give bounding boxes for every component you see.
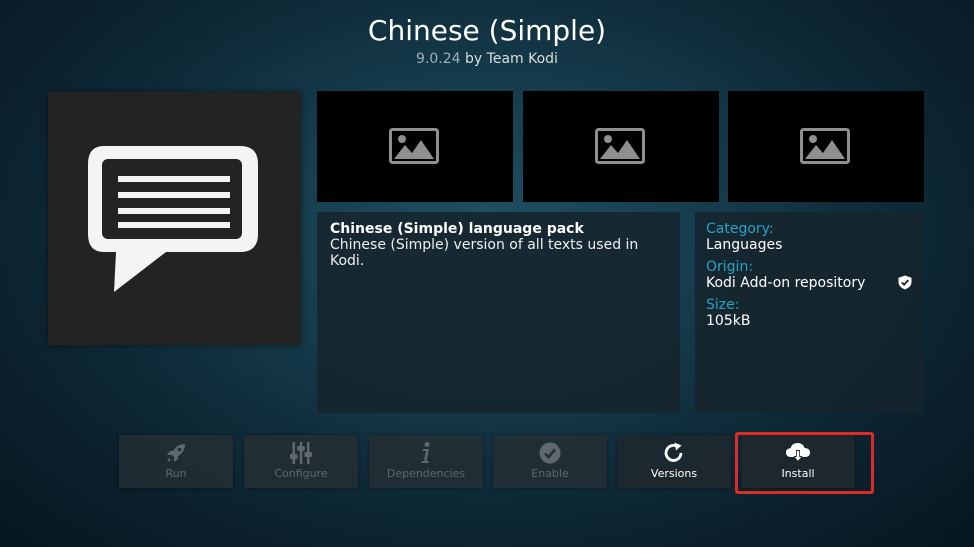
image-placeholder-icon bbox=[595, 128, 645, 164]
enable-button-label: Enable bbox=[531, 467, 569, 480]
addon-version: 9.0.24 bbox=[416, 51, 461, 67]
versions-button-label: Versions bbox=[650, 467, 698, 480]
rocket-icon bbox=[167, 444, 185, 462]
size-label: Size: bbox=[706, 297, 740, 313]
sliders-icon bbox=[290, 442, 312, 464]
install-button[interactable]: Install bbox=[741, 435, 855, 488]
description-title: Chinese (Simple) language pack bbox=[330, 221, 584, 237]
addon-title: Chinese (Simple) bbox=[367, 14, 607, 47]
versions-button[interactable]: Versions bbox=[617, 435, 731, 488]
addon-icon-panel bbox=[48, 92, 301, 345]
run-button-label: Run bbox=[165, 467, 187, 480]
size-value: 105kB bbox=[706, 313, 751, 329]
screenshot-1[interactable] bbox=[317, 91, 513, 202]
speech-bubble-icon bbox=[88, 146, 258, 292]
image-placeholder-icon bbox=[389, 128, 439, 164]
description-line-2: Kodi. bbox=[330, 253, 365, 269]
info-icon bbox=[421, 442, 430, 463]
description-panel: Chinese (Simple) language pack Chinese (… bbox=[317, 212, 680, 413]
addon-subtitle: 9.0.24 by Team Kodi bbox=[0, 50, 974, 68]
dependencies-button[interactable]: Dependencies bbox=[369, 435, 483, 488]
install-button-label: Install bbox=[781, 467, 815, 480]
enable-button[interactable]: Enable bbox=[493, 435, 607, 488]
screenshot-3[interactable] bbox=[728, 91, 924, 202]
configure-button[interactable]: Configure bbox=[244, 435, 358, 488]
check-circle-icon bbox=[539, 442, 561, 464]
refresh-icon bbox=[664, 442, 683, 462]
image-placeholder-icon bbox=[800, 128, 850, 164]
run-button[interactable]: Run bbox=[119, 435, 233, 488]
origin-label: Origin: bbox=[706, 259, 754, 275]
addon-header: Chinese (Simple) 9.0.24 by Team Kodi bbox=[0, 12, 974, 68]
origin-value: Kodi Add-on repository bbox=[706, 275, 866, 291]
origin-row: Kodi Add-on repository bbox=[706, 275, 912, 291]
cloud-download-icon bbox=[786, 443, 810, 462]
description-line-1: Chinese (Simple) version of all texts us… bbox=[330, 237, 639, 253]
category-label: Category: bbox=[706, 221, 774, 237]
shield-check-icon bbox=[898, 275, 912, 290]
category-value: Languages bbox=[706, 237, 783, 253]
addon-author: by Team Kodi bbox=[465, 51, 558, 67]
info-panel: Category: Languages Origin: Kodi Add-on … bbox=[695, 212, 923, 413]
dependencies-button-label: Dependencies bbox=[386, 467, 466, 480]
configure-button-label: Configure bbox=[274, 467, 328, 480]
screenshot-2[interactable] bbox=[523, 91, 719, 202]
